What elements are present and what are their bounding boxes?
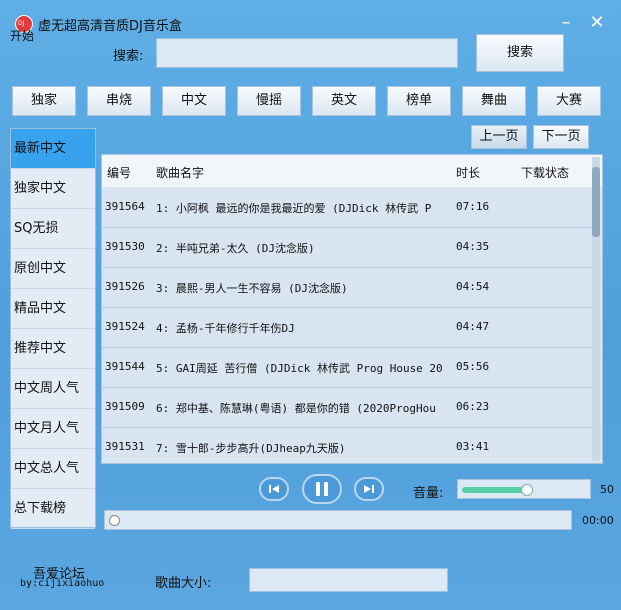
cell-dur: 05:56	[456, 360, 490, 373]
table-row[interactable]: 391530 2: 半吨兄弟-太久 (DJ沈念版) 04:35	[102, 227, 592, 268]
cell-name: 4: 孟杨-千年修行千年伤DJ	[156, 322, 295, 335]
sidebar-item[interactable]: 独家中文	[11, 169, 95, 209]
search-label: 搜索:	[113, 49, 144, 64]
cell-name: 7: 雪十郎-步步高升(DJheap九天版)	[156, 442, 346, 455]
cell-name: 3: 晨熙-男人一生不容易 (DJ沈念版)	[156, 282, 348, 295]
category-tab-2[interactable]: 中文	[162, 86, 226, 116]
table-header: 编号 歌曲名字 时长 下载状态	[102, 155, 602, 187]
sidebar-item[interactable]: 原创中文	[11, 249, 95, 289]
cell-id: 391530	[105, 240, 145, 253]
search-input[interactable]	[156, 38, 458, 68]
cell-id: 391544	[105, 360, 145, 373]
cell-name: 6: 郑中基、陈慧琳(粤语) 都是你的错 (2020ProgHou	[156, 402, 436, 415]
table-row[interactable]: 391544 5: GAI周延 苦行僧 (DJDick 林传武 Prog Hous…	[102, 347, 592, 388]
sidebar-item[interactable]: 精品中文	[11, 289, 95, 329]
table-row[interactable]: 391564 1: 小阿枫 最远的你是我最近的爱 (DJDick 林传武 P 07:…	[102, 187, 592, 228]
skip-next-icon	[364, 485, 374, 493]
col-duration: 时长	[456, 166, 481, 180]
next-page-button[interactable]: 下一页	[533, 125, 589, 149]
song-size-label: 歌曲大小:	[155, 576, 212, 591]
song-table: 编号 歌曲名字 时长 下载状态 391564 1: 小阿枫 最远的你是我最近的爱 …	[101, 154, 603, 464]
col-status: 下载状态	[521, 166, 570, 180]
start-label[interactable]: 开始	[10, 27, 34, 44]
cell-name: 5: GAI周延 苦行僧 (DJDick 林传武 Prog House 20	[156, 362, 443, 375]
sidebar-item[interactable]: 总下载榜	[11, 489, 95, 529]
close-button[interactable]: ✕	[586, 12, 608, 34]
sidebar-item[interactable]: 中文周人气	[11, 369, 95, 409]
cell-id: 391564	[105, 200, 145, 213]
pause-icon	[316, 482, 328, 496]
category-tab-4[interactable]: 英文	[312, 86, 376, 116]
search-button[interactable]: 搜索	[476, 34, 564, 72]
sidebar-item[interactable]: 中文月人气	[11, 409, 95, 449]
volume-slider[interactable]	[457, 479, 591, 499]
progress-knob[interactable]	[109, 515, 120, 526]
scrollbar-thumb[interactable]	[592, 167, 600, 237]
cell-dur: 07:16	[456, 200, 490, 213]
table-row[interactable]: 391524 4: 孟杨-千年修行千年伤DJ 04:47	[102, 307, 592, 348]
minimize-button[interactable]: –	[555, 12, 577, 34]
volume-label: 音量:	[413, 486, 444, 501]
window-title: 虚无超高清音质DJ音乐盒	[38, 19, 182, 34]
skip-previous-icon	[269, 485, 279, 493]
col-id: 编号	[107, 166, 132, 180]
cell-dur: 06:23	[456, 400, 490, 413]
category-tab-3[interactable]: 慢摇	[237, 86, 301, 116]
category-tab-7[interactable]: 大赛	[537, 86, 601, 116]
author-label: by:cijixiaohuo	[20, 578, 105, 589]
time-display: 00:00	[582, 514, 614, 527]
table-scrollbar[interactable]	[592, 157, 600, 461]
cell-dur: 03:41	[456, 440, 490, 453]
sidebar-item[interactable]: SQ无损	[11, 209, 95, 249]
category-tab-0[interactable]: 独家	[12, 86, 76, 116]
cell-name: 2: 半吨兄弟-太久 (DJ沈念版)	[156, 242, 315, 255]
table-row[interactable]: 391526 3: 晨熙-男人一生不容易 (DJ沈念版) 04:54	[102, 267, 592, 308]
volume-fill	[462, 487, 525, 493]
sidebar-item[interactable]: 最新中文	[11, 129, 95, 169]
category-sidebar: 最新中文 独家中文 SQ无损 原创中文 精品中文 推荐中文 中文周人气 中文月人气 中文总人气总…	[10, 128, 96, 529]
prev-page-button[interactable]: 上一页	[471, 125, 527, 149]
prev-track-button[interactable]	[259, 477, 289, 501]
song-size-field	[249, 568, 448, 592]
cell-id: 391509	[105, 400, 145, 413]
progress-slider[interactable]	[104, 510, 572, 530]
col-name: 歌曲名字	[156, 166, 205, 180]
table-row[interactable]: 391531 7: 雪十郎-步步高升(DJheap九天版) 03:41	[102, 427, 592, 463]
sidebar-item[interactable]: 推荐中文	[11, 329, 95, 369]
category-tab-6[interactable]: 舞曲	[462, 86, 526, 116]
table-row[interactable]: 391509 6: 郑中基、陈慧琳(粤语) 都是你的错 (2020ProgHou 0…	[102, 387, 592, 428]
category-tab-5[interactable]: 榜单	[387, 86, 451, 116]
cell-dur: 04:35	[456, 240, 490, 253]
cell-id: 391526	[105, 280, 145, 293]
cell-name: 1: 小阿枫 最远的你是我最近的爱 (DJDick 林传武 P	[156, 202, 432, 215]
pause-button[interactable]	[302, 474, 342, 504]
next-track-button[interactable]	[354, 477, 384, 501]
sidebar-item[interactable]: 中文总人气	[11, 449, 95, 489]
volume-knob[interactable]	[521, 484, 533, 496]
volume-value: 50	[600, 483, 614, 496]
cell-dur: 04:54	[456, 280, 490, 293]
cell-id: 391531	[105, 440, 145, 453]
cell-id: 391524	[105, 320, 145, 333]
cell-dur: 04:47	[456, 320, 490, 333]
category-tab-1[interactable]: 串烧	[87, 86, 151, 116]
